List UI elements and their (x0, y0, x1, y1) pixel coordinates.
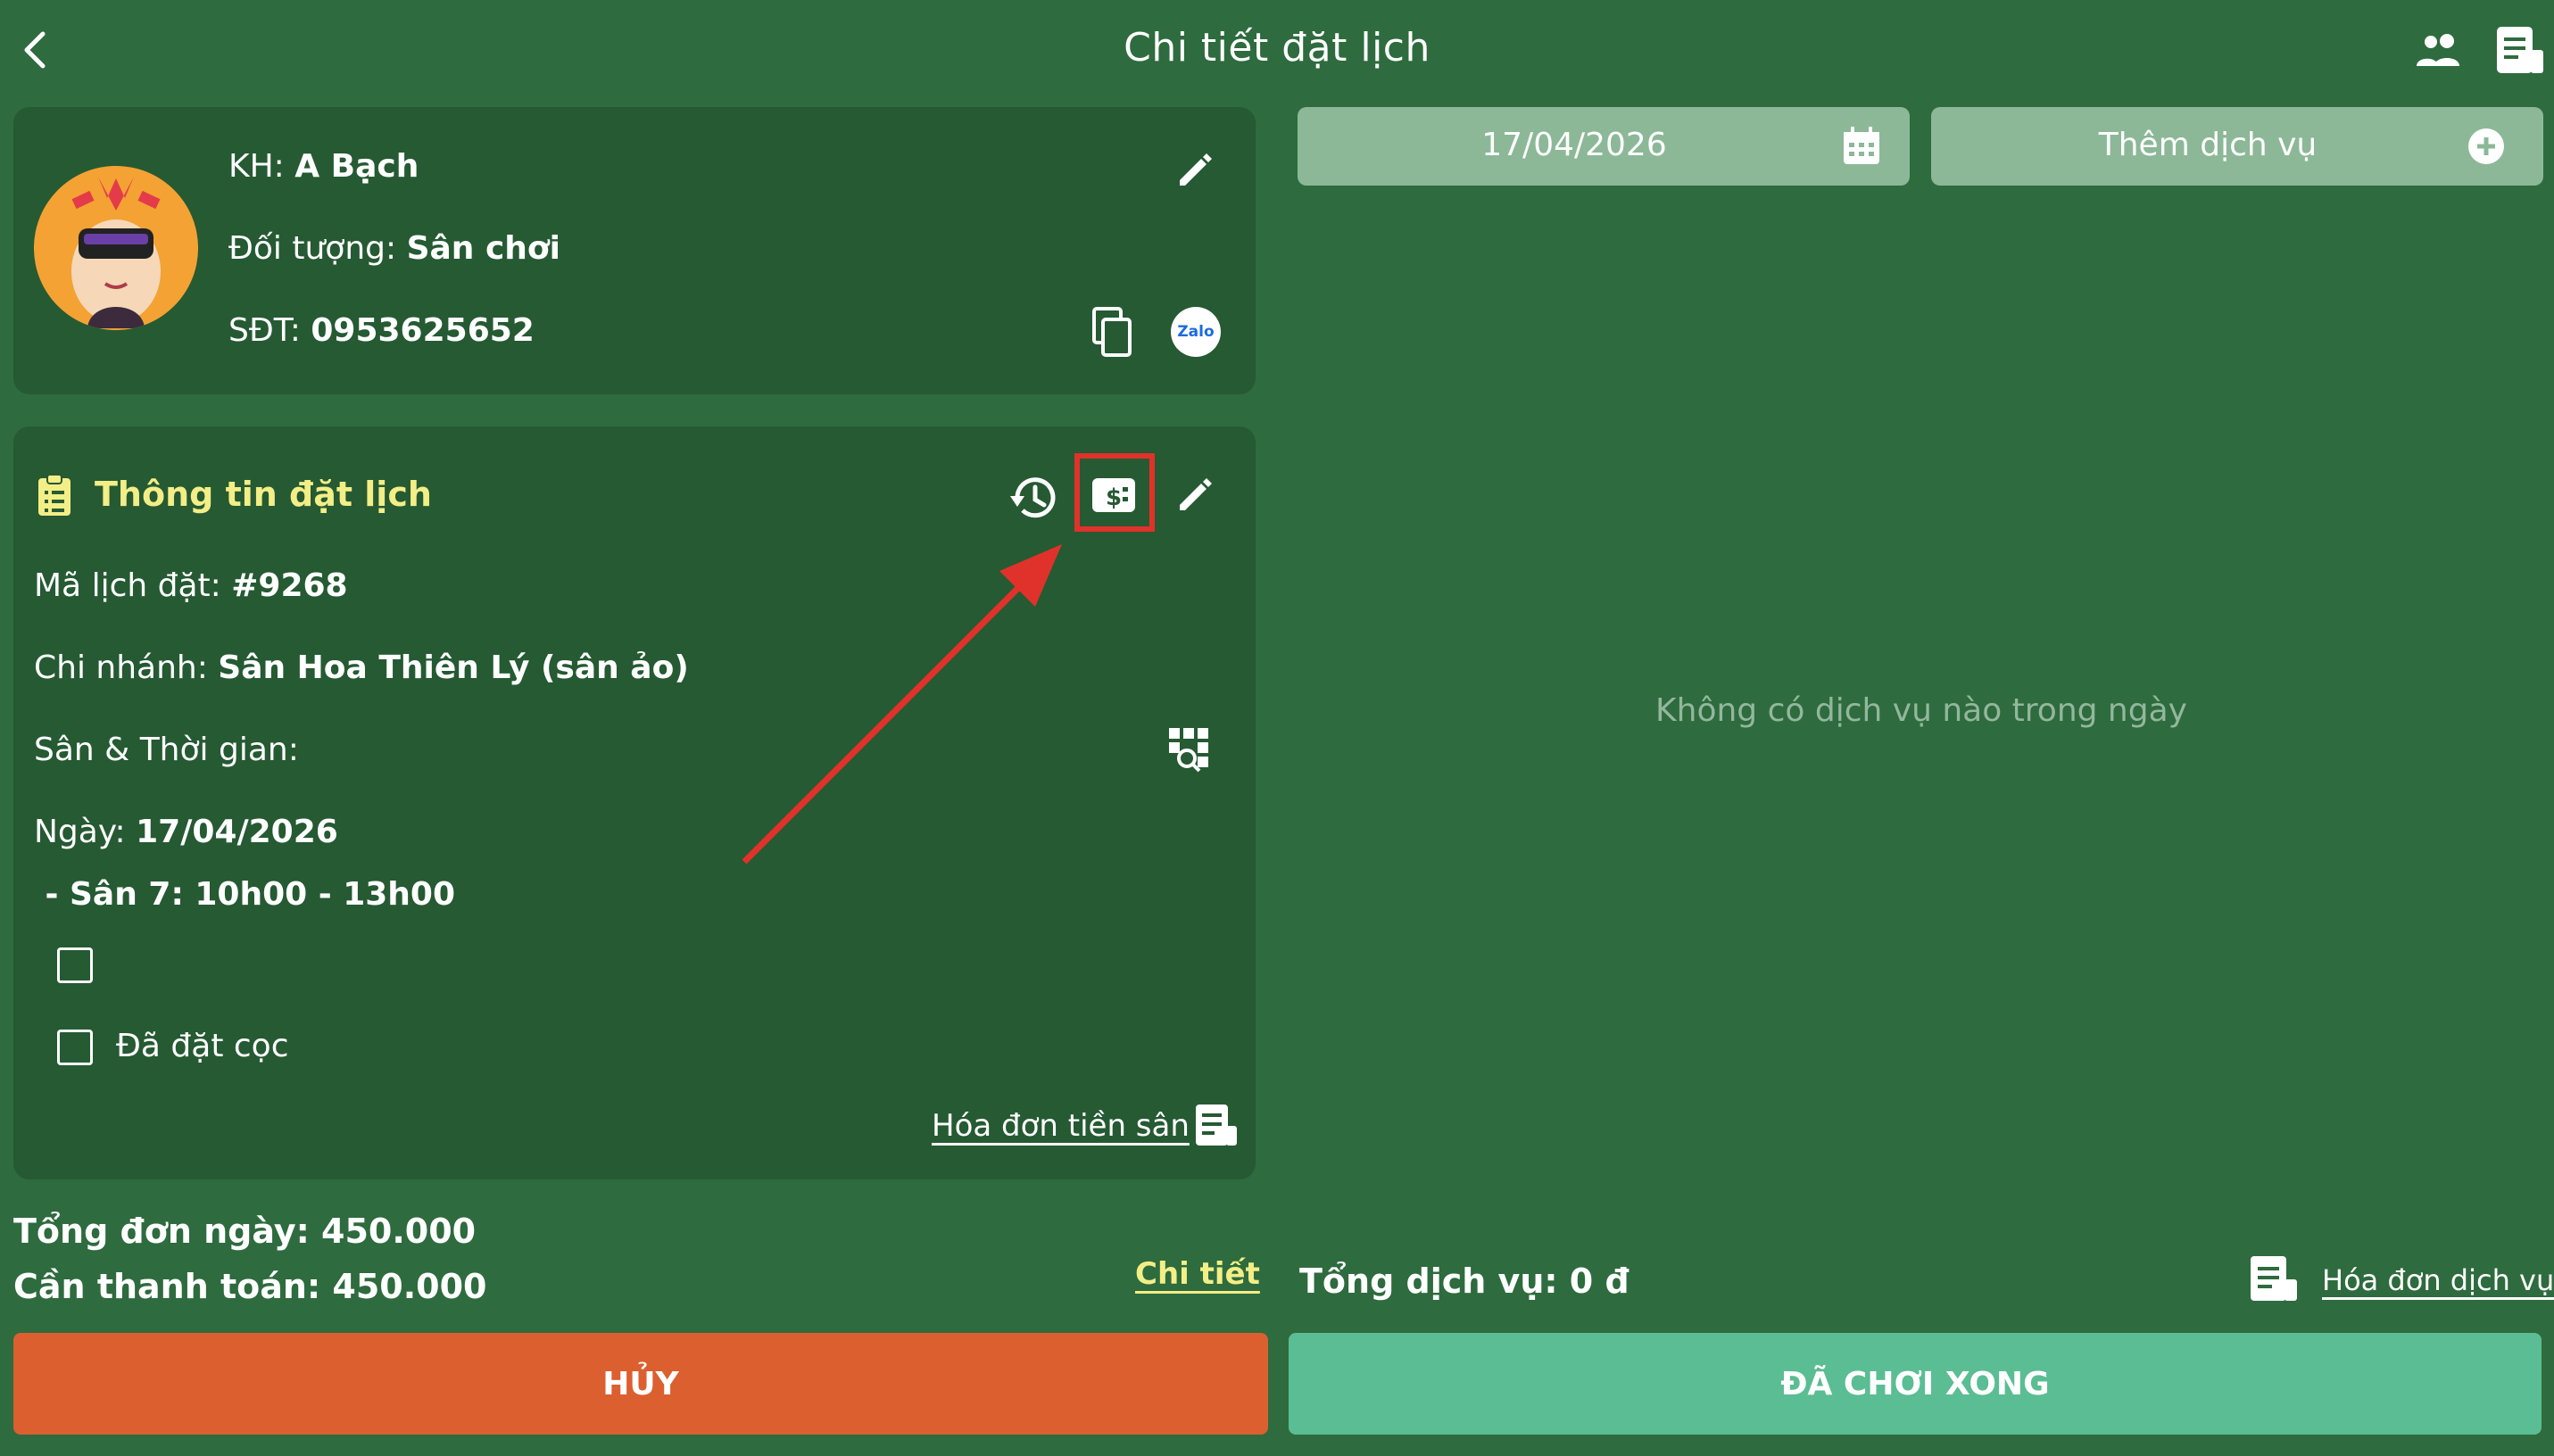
deposit-checkbox[interactable] (57, 1030, 93, 1065)
court-invoice-link[interactable]: Hóa đơn tiền sân (932, 1108, 1190, 1144)
court-grid-search-icon[interactable] (1165, 724, 1215, 774)
history-icon[interactable] (1007, 471, 1060, 525)
customer-phone: 0953625652 (311, 312, 535, 349)
edit-customer-pencil-icon[interactable] (1174, 148, 1217, 191)
service-total-value: 0 đ (1569, 1262, 1629, 1301)
empty-services-message: Không có dịch vụ nào trong ngày (1655, 692, 2187, 729)
customer-target-label: Đối tượng: (228, 230, 407, 267)
clipboard-icon (38, 474, 70, 516)
service-invoice-link[interactable]: Hóa đơn dịch vụ (2322, 1263, 2554, 1297)
annotation-arrow (742, 544, 1062, 864)
edit-booking-pencil-icon[interactable] (1174, 473, 1217, 516)
add-service-label: Thêm dịch vụ (2098, 127, 2318, 163)
cancel-button[interactable]: HỦY (13, 1333, 1268, 1435)
court-invoice-icon[interactable] (1194, 1101, 1239, 1149)
booking-code-label: Mã lịch đặt: (34, 567, 232, 604)
customer-target: Sân chơi (406, 230, 561, 267)
court-time-label: Sân & Thời gian: (34, 732, 299, 768)
customer-name-label: KH: (228, 148, 295, 185)
service-total-row: Tổng dịch vụ: 0 đ (1299, 1262, 1629, 1301)
receipt-icon[interactable] (2495, 23, 2545, 77)
empty-checkbox[interactable] (57, 947, 93, 983)
service-date-value: 17/04/2026 (1481, 127, 1667, 163)
highlight-box (1074, 453, 1155, 532)
customer-phone-row: SĐT: 0953625652 (228, 312, 535, 349)
day-total-row: Tổng đơn ngày: 450.000 (13, 1212, 476, 1251)
deposit-label: Đã đặt cọc (116, 1028, 289, 1064)
service-date-picker[interactable]: 17/04/2026 (1298, 107, 1910, 186)
booking-branch-row: Chi nhánh: Sân Hoa Thiên Lý (sân ảo) (34, 649, 689, 686)
booking-slot: - Sân 7: 10h00 - 13h00 (34, 876, 456, 913)
day-total-label: Tổng đơn ngày: (13, 1212, 322, 1251)
customer-target-row: Đối tượng: Sân chơi (228, 230, 560, 267)
booking-date-row: Ngày: 17/04/2026 (34, 814, 338, 850)
booking-section-title: Thông tin đặt lịch (95, 475, 432, 514)
copy-icon[interactable] (1090, 307, 1133, 357)
service-invoice-icon[interactable] (2249, 1253, 2299, 1304)
customer-card (13, 107, 1256, 394)
zalo-icon[interactable]: Zalo (1171, 307, 1221, 357)
calendar-icon (1844, 127, 1879, 164)
to-pay-value: 450.000 (332, 1267, 487, 1306)
detail-link[interactable]: Chi tiết (1135, 1256, 1260, 1292)
finished-playing-button[interactable]: ĐÃ CHƠI XONG (1289, 1333, 2542, 1435)
booking-code: #9268 (231, 567, 348, 604)
customer-name-row: KH: A Bạch (228, 148, 419, 185)
customer-avatar (34, 166, 198, 330)
add-service-button[interactable]: Thêm dịch vụ (1931, 107, 2543, 186)
booking-date-label: Ngày: (34, 814, 137, 850)
people-icon[interactable] (2415, 32, 2465, 68)
customer-phone-label: SĐT: (228, 312, 311, 349)
zalo-label: Zalo (1177, 323, 1215, 341)
booking-branch-label: Chi nhánh: (34, 649, 219, 686)
booking-branch: Sân Hoa Thiên Lý (sân ảo) (218, 649, 689, 686)
day-total-value: 450.000 (321, 1212, 477, 1251)
service-total-label: Tổng dịch vụ: (1299, 1262, 1570, 1301)
to-pay-row: Cần thanh toán: 450.000 (13, 1267, 486, 1306)
page-title: Chi tiết đặt lịch (1124, 25, 1430, 70)
booking-date: 17/04/2026 (136, 814, 338, 850)
booking-code-row: Mã lịch đặt: #9268 (34, 567, 348, 604)
plus-circle-icon (2468, 128, 2504, 164)
to-pay-label: Cần thanh toán: (13, 1267, 333, 1306)
customer-name: A Bạch (294, 148, 419, 185)
